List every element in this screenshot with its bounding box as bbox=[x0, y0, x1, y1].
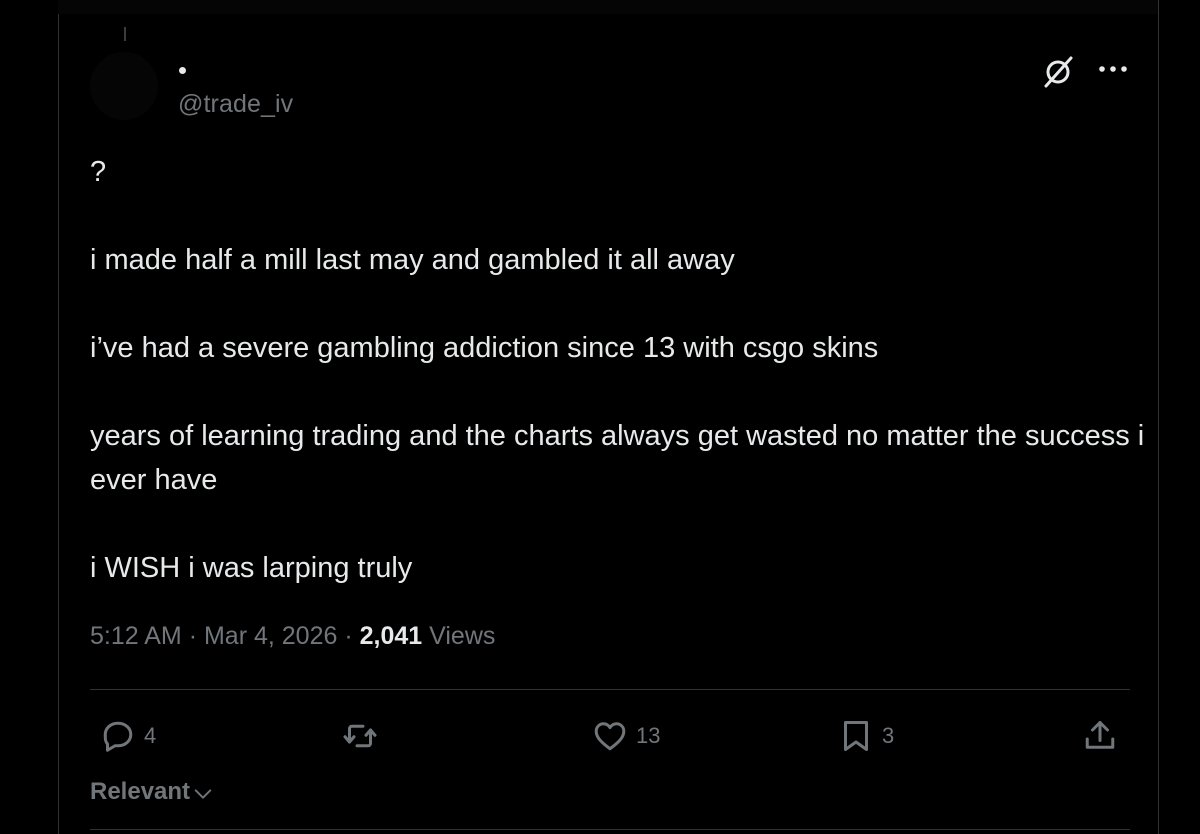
reply-count: 4 bbox=[144, 723, 157, 748]
meta-separator: · bbox=[344, 622, 353, 650]
tweet-meta: 5:12 AM · Mar 4, 2026 · 2,041 Views bbox=[90, 622, 495, 651]
tweet-text: ? i made half a mill last may and gamble… bbox=[90, 150, 1150, 590]
divider bbox=[90, 689, 1130, 690]
bookmark-icon bbox=[844, 721, 868, 751]
user-handle[interactable]: @trade_iv bbox=[178, 90, 293, 119]
avatar[interactable] bbox=[90, 52, 158, 120]
views-count: 2,041 bbox=[359, 622, 423, 650]
more-icon[interactable] bbox=[1097, 64, 1129, 74]
reply-sort-dropdown[interactable]: Relevant bbox=[90, 778, 214, 806]
tweet-paragraph: i made half a mill last may and gambled … bbox=[90, 244, 735, 276]
previous-post-strip bbox=[58, 0, 1158, 14]
share-button[interactable] bbox=[1082, 716, 1118, 756]
like-count: 13 bbox=[636, 723, 661, 748]
tweet-time[interactable]: 5:12 AM bbox=[90, 622, 182, 650]
column-border-right bbox=[1158, 0, 1159, 834]
meta-separator: · bbox=[188, 622, 198, 650]
tweet-paragraph: i’ve had a severe gambling addiction sin… bbox=[90, 332, 879, 364]
retweet-button[interactable] bbox=[342, 716, 386, 756]
grok-icon[interactable] bbox=[1040, 54, 1076, 90]
tweet-paragraph: years of learning trading and the charts… bbox=[90, 420, 1145, 496]
like-icon bbox=[594, 722, 626, 751]
divider bbox=[90, 829, 1130, 830]
share-icon bbox=[1085, 721, 1115, 749]
chevron-down-icon bbox=[194, 789, 212, 799]
views-label: Views bbox=[429, 622, 496, 650]
reply-icon bbox=[103, 721, 133, 752]
tweet-paragraph: i WISH i was larping truly bbox=[90, 552, 413, 584]
thread-connector bbox=[124, 27, 126, 41]
tweet-date[interactable]: Mar 4, 2026 bbox=[204, 622, 337, 650]
display-name[interactable] bbox=[179, 67, 186, 74]
reply-button[interactable]: 4 bbox=[100, 716, 156, 756]
retweet-icon bbox=[343, 724, 377, 748]
bookmark-count: 3 bbox=[882, 723, 895, 748]
tweet-paragraph: ? bbox=[90, 156, 107, 188]
sort-label: Relevant bbox=[90, 778, 191, 805]
column-border-left bbox=[58, 0, 59, 834]
bookmark-button[interactable]: 3 bbox=[838, 716, 894, 756]
like-button[interactable]: 13 bbox=[592, 716, 660, 756]
